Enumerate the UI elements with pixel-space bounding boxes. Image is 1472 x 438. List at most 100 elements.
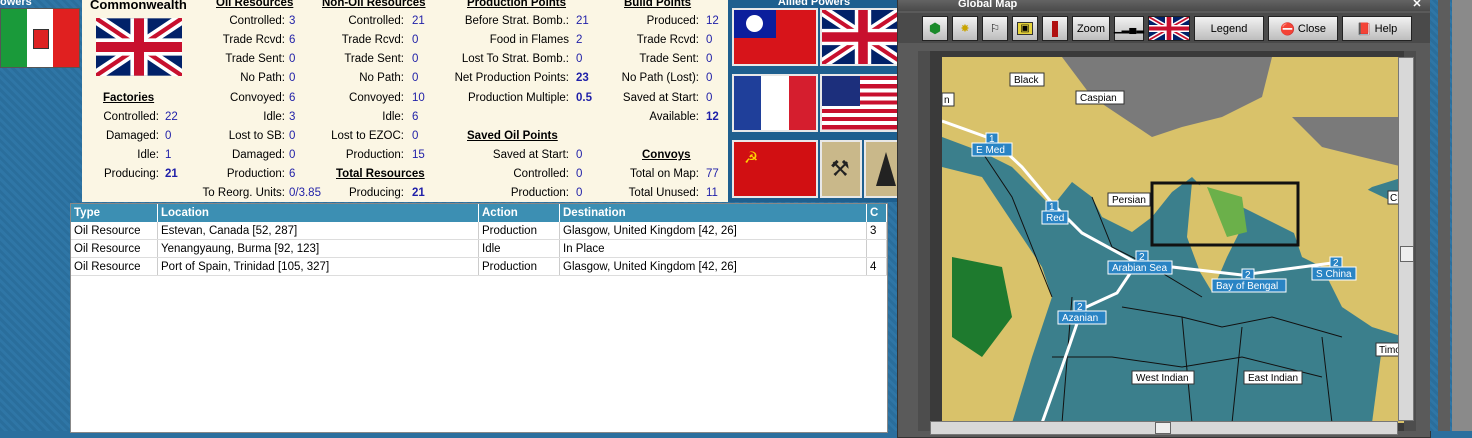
- hammer-sickle-icon: ☭: [744, 150, 759, 167]
- column-header-action[interactable]: Action: [478, 204, 560, 222]
- axis-powers-header: owers: [0, 0, 32, 8]
- map-label-east-indian: East Indian: [1248, 373, 1298, 384]
- help-book-icon: 📕: [1356, 21, 1372, 36]
- uk-flag: [96, 18, 182, 76]
- map-vertical-scroll-thumb[interactable]: [1400, 246, 1414, 262]
- build-points-value: 0: [706, 34, 713, 46]
- non-oil-label: Idle:: [382, 111, 404, 123]
- oil-resources-value: 3: [289, 15, 296, 27]
- convoys-value: 77: [706, 168, 719, 180]
- oil-resources-label: Controlled:: [229, 15, 285, 27]
- cell-destination: In Place: [559, 239, 867, 258]
- oil-resources-value: 6: [289, 34, 296, 46]
- map-horizontal-scrollbar[interactable]: [930, 421, 1398, 435]
- factories-heading: Factories: [103, 92, 155, 104]
- oil-resources-label: No Path:: [240, 72, 285, 84]
- hex-filter-button[interactable]: ⬢: [922, 16, 948, 41]
- resources-icon-button[interactable]: ⚒: [820, 140, 862, 198]
- convoy-label-red: Red: [1046, 213, 1064, 224]
- convoy-label-e-med: E Med: [976, 145, 1005, 156]
- ussr-flag-button[interactable]: ☭: [732, 140, 818, 198]
- oil-resources-label: Trade Rcvd:: [222, 34, 285, 46]
- convoy-label-s-china: S China: [1316, 269, 1352, 280]
- factories-label: Controlled:: [103, 111, 159, 123]
- oil-resources-label: Convoyed:: [230, 92, 285, 104]
- total-resources-heading: Total Resources: [336, 168, 425, 180]
- table-row[interactable]: Oil Resource Estevan, Canada [52, 287] P…: [71, 222, 887, 240]
- sun-icon: [746, 15, 763, 32]
- cell-location: Port of Spain, Trinidad [105, 327]: [157, 257, 479, 276]
- convoys-heading: Convoys: [642, 149, 691, 161]
- oil-resources-value: 0: [289, 130, 296, 142]
- factories-label: Idle:: [137, 149, 159, 161]
- non-oil-value: 15: [412, 149, 425, 161]
- resource-table: Type Location Action Destination C Oil R…: [70, 203, 888, 433]
- right-edge-panels: [1430, 0, 1472, 431]
- global-map-title: Global Map: [958, 0, 1018, 10]
- factory-filter-button[interactable]: ▣: [1012, 16, 1038, 41]
- column-header-destination[interactable]: Destination: [559, 204, 867, 222]
- right-window-scrollbar[interactable]: [1452, 0, 1472, 431]
- saved-oil-value: 0: [576, 149, 583, 161]
- column-header-type[interactable]: Type: [71, 204, 158, 222]
- saved-oil-points-heading: Saved Oil Points: [467, 130, 558, 142]
- flag-icon: ⚐: [990, 23, 1000, 35]
- oil-resources-label: To Reorg. Units:: [202, 187, 285, 199]
- cell-action: Idle: [478, 239, 560, 258]
- total-producing-value: 21: [412, 187, 425, 199]
- non-oil-value: 10: [412, 92, 425, 104]
- cell-location: Estevan, Canada [52, 287]: [157, 222, 479, 240]
- table-header-row: Type Location Action Destination C: [71, 204, 887, 222]
- non-oil-label: Trade Sent:: [344, 53, 404, 65]
- production-points-value: 0.5: [576, 92, 592, 104]
- production-points-value: 23: [576, 72, 589, 84]
- map-vertical-scrollbar[interactable]: [1398, 57, 1414, 421]
- usa-flag-button[interactable]: [820, 74, 906, 132]
- map-frame: Black Caspian Persian Ch Timo West India…: [918, 51, 1416, 431]
- convoy-label-arabian-sea: Arabian Sea: [1112, 263, 1167, 274]
- oil-filter-button[interactable]: [1042, 16, 1068, 41]
- build-points-heading: Build Points: [624, 0, 692, 9]
- non-oil-label: Trade Rcvd:: [341, 34, 404, 46]
- uk-flag-button[interactable]: [820, 8, 906, 66]
- help-button[interactable]: 📕 Help: [1342, 16, 1412, 41]
- saved-oil-value: 0: [576, 168, 583, 180]
- oil-resources-value: 0: [289, 53, 296, 65]
- table-row[interactable]: Oil Resource Port of Spain, Trinidad [10…: [71, 257, 887, 276]
- close-button[interactable]: ⛔ Close: [1268, 16, 1338, 41]
- world-map[interactable]: Black Caspian Persian Ch Timo West India…: [942, 57, 1404, 423]
- flag-filter-button[interactable]: ⚐: [982, 16, 1008, 41]
- china-flag-button[interactable]: [732, 8, 818, 66]
- production-points-label: Net Production Points:: [454, 72, 569, 84]
- global-map-toolbar: ⬢ ✸ ⚐ ▣ Zoom ▁▂▄▂ Legend ⛔ Close 📕 Help: [898, 13, 1430, 43]
- close-label: Close: [1297, 22, 1327, 35]
- allied-powers-header: Allied Powers: [777, 0, 851, 8]
- build-points-label: Trade Rcvd:: [636, 34, 699, 46]
- resource-filter-button[interactable]: ✸: [952, 16, 978, 41]
- global-map-titlebar[interactable]: Global Map ✕: [898, 0, 1430, 11]
- axis-powers-panel: owers: [0, 0, 82, 70]
- build-points-value: 12: [706, 15, 719, 27]
- oil-resources-label: Production:: [226, 168, 285, 180]
- legend-button[interactable]: Legend: [1194, 16, 1264, 41]
- column-header-location[interactable]: Location: [157, 204, 479, 222]
- non-oil-label: Production:: [345, 149, 404, 161]
- production-report-panel: Commonwealth Factories Controlled: 22 Da…: [82, 0, 728, 202]
- table-row[interactable]: Oil Resource Yenangyaung, Burma [92, 123…: [71, 239, 887, 258]
- uk-flag-toggle-button[interactable]: [1148, 16, 1190, 41]
- column-header-c[interactable]: C: [866, 204, 887, 222]
- window-close-icon[interactable]: ✕: [1410, 0, 1424, 11]
- allied-powers-panel: Allied Powers ☭ ⚒: [728, 0, 906, 202]
- zoom-button[interactable]: Zoom: [1072, 16, 1110, 41]
- italy-flag-button[interactable]: [0, 8, 80, 68]
- map-horizontal-scroll-thumb[interactable]: [1155, 422, 1171, 434]
- hexagon-icon: ⬢: [928, 20, 942, 36]
- oil-icon: [1052, 20, 1058, 37]
- cell-action: Production: [478, 222, 560, 240]
- convoy-filter-button[interactable]: ▁▂▄▂: [1114, 16, 1144, 41]
- cell-action: Production: [478, 257, 560, 276]
- build-points-label: Trade Sent:: [639, 53, 699, 65]
- france-flag-button[interactable]: [732, 74, 818, 132]
- non-oil-label: Lost to EZOC:: [331, 130, 404, 142]
- factories-value: 21: [165, 168, 178, 180]
